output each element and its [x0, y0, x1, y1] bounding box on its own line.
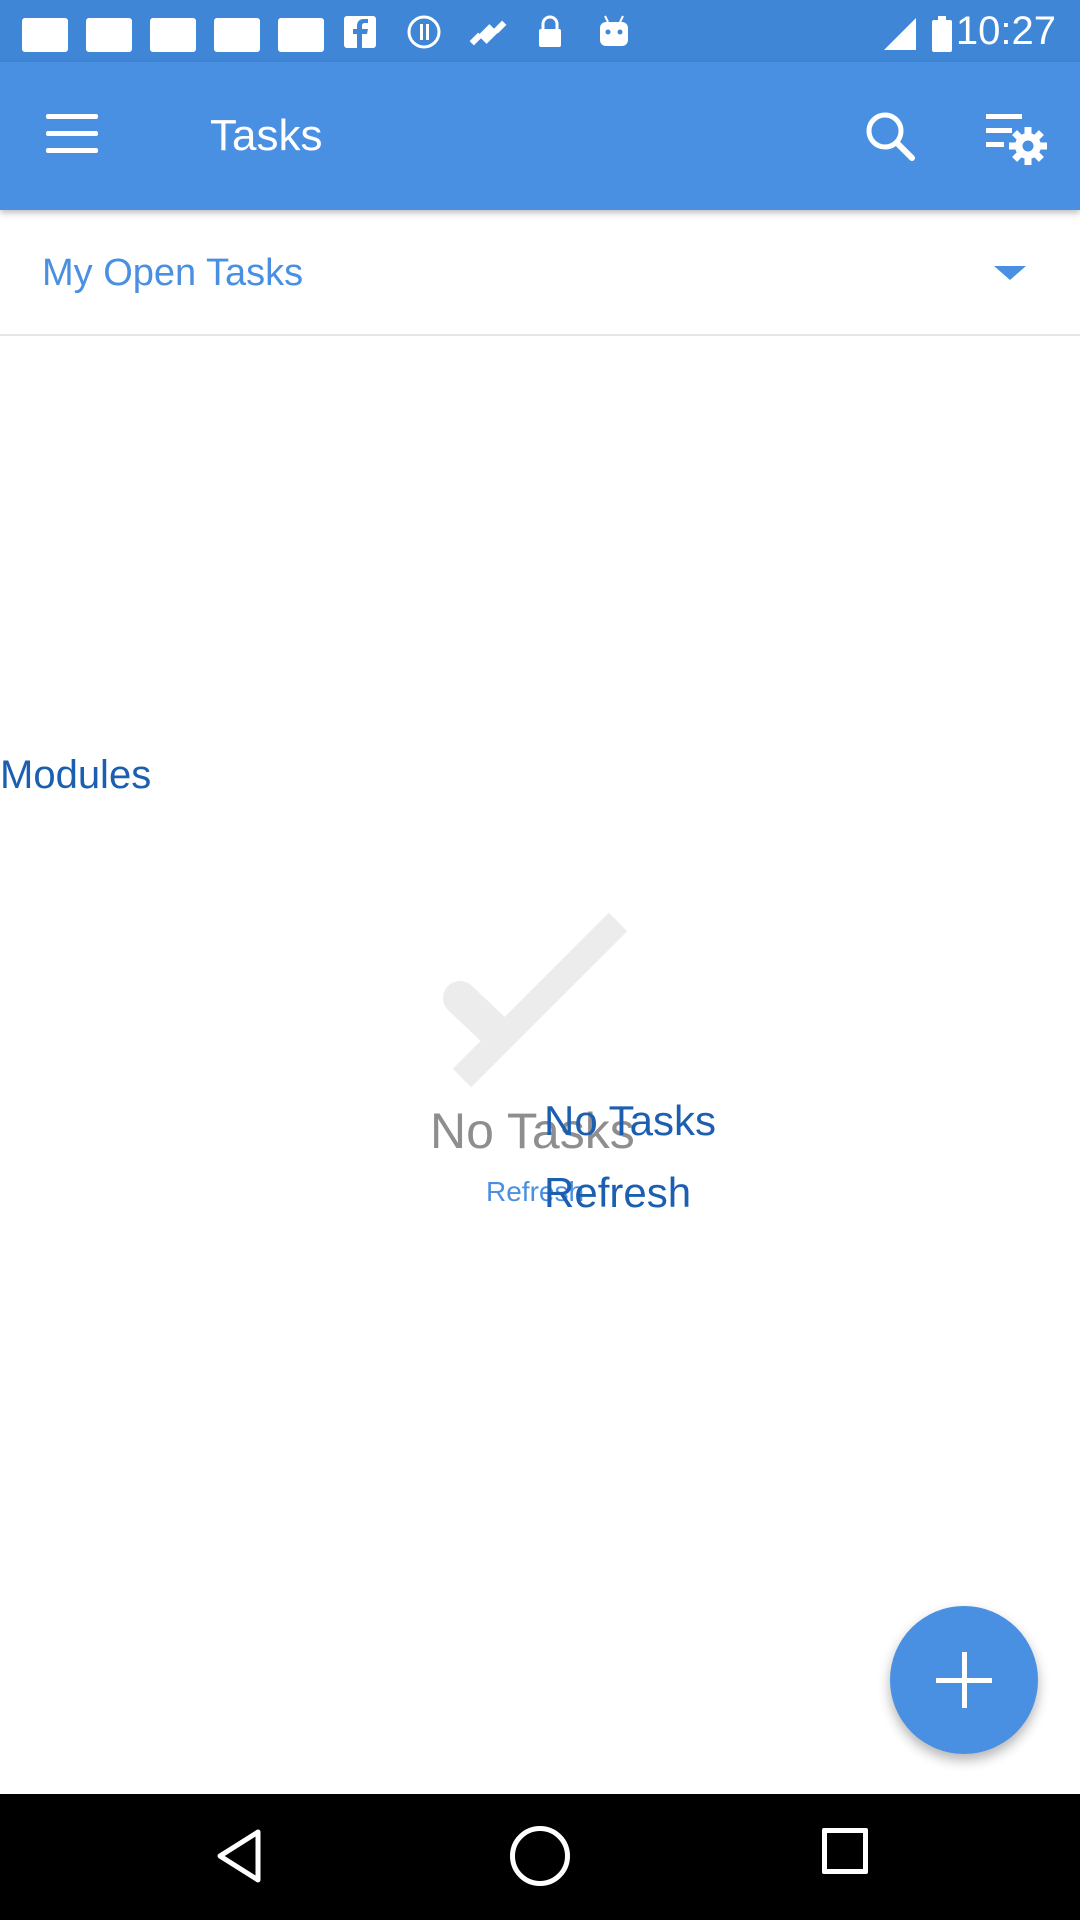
add-task-button[interactable]: [890, 1606, 1038, 1754]
info-icon: [406, 14, 442, 50]
notification-square-icon: [150, 18, 196, 52]
page-title: Tasks: [210, 111, 323, 160]
task-filter-dropdown[interactable]: My Open Tasks: [0, 210, 1080, 336]
hamburger-menu-icon[interactable]: [46, 114, 98, 154]
empty-state-title-overlay: No Tasks: [544, 1097, 716, 1144]
filter-label: My Open Tasks: [42, 252, 304, 294]
notification-square-icon: [214, 18, 260, 52]
home-icon[interactable]: [510, 1826, 570, 1886]
checkmark-icon: [440, 910, 640, 1090]
modules-label: Modules: [0, 753, 152, 797]
notification-square-icon: [86, 18, 132, 52]
notification-square-icon: [278, 18, 324, 52]
status-bar: 10:27: [0, 0, 1080, 62]
android-icon: [596, 14, 632, 50]
system-navigation-bar: [0, 1794, 1080, 1920]
battery-icon: [930, 14, 954, 52]
signal-icon: [880, 14, 920, 50]
recent-apps-icon[interactable]: [822, 1828, 868, 1874]
screen: 10:27 Tasks My Open Tasks Modules No Tas…: [0, 0, 1080, 1920]
facebook-icon: [342, 14, 378, 50]
fake-gps-icon: [468, 14, 507, 50]
filter-settings-icon[interactable]: [984, 108, 1050, 168]
notification-square-icon: [22, 18, 68, 52]
back-icon[interactable]: [210, 1826, 270, 1886]
search-icon[interactable]: [862, 108, 918, 164]
status-time: 10:27: [955, 9, 1056, 53]
refresh-button[interactable]: Refresh: [544, 1166, 691, 1220]
chevron-down-icon[interactable]: [994, 266, 1026, 280]
lock-icon: [532, 14, 568, 50]
app-bar: Tasks: [0, 62, 1080, 210]
